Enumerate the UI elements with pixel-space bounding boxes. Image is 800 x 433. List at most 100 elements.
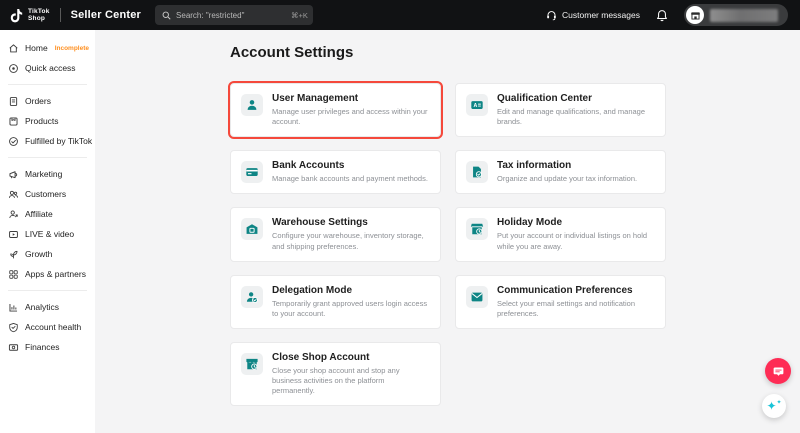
sidebar-item-apps-partners[interactable]: Apps & partners bbox=[0, 264, 95, 284]
svg-text:A: A bbox=[474, 103, 478, 109]
card-description: Edit and manage qualifications, and mana… bbox=[497, 107, 653, 127]
live-video-icon bbox=[8, 229, 19, 240]
sidebar-item-affiliate[interactable]: Affiliate bbox=[0, 204, 95, 224]
sidebar-item-label: Analytics bbox=[25, 302, 59, 312]
sidebar-item-products[interactable]: Products bbox=[0, 111, 95, 131]
sidebar-item-label: Finances bbox=[25, 342, 60, 352]
chat-bubble-icon bbox=[772, 365, 785, 378]
card-qualification-center[interactable]: A Qualification Center Edit and manage q… bbox=[455, 83, 666, 137]
card-title: Warehouse Settings bbox=[272, 217, 428, 228]
sidebar-item-live-video[interactable]: LIVE & video bbox=[0, 224, 95, 244]
sidebar-item-finances[interactable]: Finances bbox=[0, 337, 95, 357]
search-shortcut: ⌘+K bbox=[291, 11, 308, 20]
topbar-divider bbox=[60, 8, 61, 22]
card-description: Organize and update your tax information… bbox=[497, 174, 637, 184]
main-content: Account Settings User Management Manage … bbox=[95, 30, 800, 433]
account-health-icon bbox=[8, 322, 19, 333]
card-title: User Management bbox=[272, 93, 428, 104]
product-name: Seller Center bbox=[71, 9, 141, 21]
card-description: Put your account or individual listings … bbox=[497, 231, 653, 251]
home-icon bbox=[8, 43, 19, 54]
card-description: Manage bank accounts and payment methods… bbox=[272, 174, 428, 184]
topbar: TikTok Shop Seller Center ⌘+K Customer m… bbox=[0, 0, 800, 30]
sidebar-divider bbox=[8, 84, 87, 85]
sidebar-item-label: Orders bbox=[25, 96, 51, 106]
card-close-shop-account[interactable]: Close Shop Account Close your shop accou… bbox=[230, 342, 441, 406]
headset-icon bbox=[546, 10, 557, 21]
analytics-icon bbox=[8, 302, 19, 313]
ai-assistant-button[interactable]: ✦✦ bbox=[762, 394, 786, 418]
card-title: Bank Accounts bbox=[272, 160, 428, 171]
card-warehouse-settings[interactable]: Warehouse Settings Configure your wareho… bbox=[230, 207, 441, 261]
sparkle-icon: ✦✦ bbox=[766, 400, 781, 412]
sidebar-item-label: Account health bbox=[25, 322, 81, 332]
sidebar-item-label: Growth bbox=[25, 249, 52, 259]
card-description: Select your email settings and notificat… bbox=[497, 299, 653, 319]
bank-accounts-icon bbox=[241, 161, 263, 183]
customer-messages-button[interactable]: Customer messages bbox=[546, 10, 640, 21]
global-search[interactable]: ⌘+K bbox=[155, 5, 313, 25]
sidebar-item-label: Products bbox=[25, 116, 59, 126]
orders-icon bbox=[8, 96, 19, 107]
logo-text: TikTok Shop bbox=[28, 8, 50, 23]
sidebar-item-label: Quick access bbox=[25, 63, 76, 73]
card-description: Close your shop account and stop any bus… bbox=[272, 366, 428, 396]
redacted-account-name bbox=[710, 9, 778, 22]
quick-access-icon bbox=[8, 63, 19, 74]
search-icon bbox=[162, 11, 171, 20]
finances-icon bbox=[8, 342, 19, 353]
warehouse-settings-icon bbox=[241, 218, 263, 240]
tax-information-icon bbox=[466, 161, 488, 183]
tiktok-note-icon bbox=[10, 7, 24, 23]
search-input[interactable] bbox=[176, 11, 286, 20]
card-holiday-mode[interactable]: Holiday Mode Put your account or individ… bbox=[455, 207, 666, 261]
marketing-icon bbox=[8, 169, 19, 180]
holiday-mode-icon bbox=[466, 218, 488, 240]
account-menu[interactable] bbox=[684, 4, 788, 26]
shop-avatar bbox=[686, 6, 704, 24]
close-shop-account-icon bbox=[241, 353, 263, 375]
card-user-management[interactable]: User Management Manage user privileges a… bbox=[230, 83, 441, 137]
sidebar-item-quick-access[interactable]: Quick access bbox=[0, 58, 95, 78]
customer-messages-label: Customer messages bbox=[562, 10, 640, 20]
card-title: Qualification Center bbox=[497, 93, 653, 104]
card-description: Configure your warehouse, inventory stor… bbox=[272, 231, 428, 251]
sidebar-item-label: Apps & partners bbox=[25, 269, 86, 279]
sidebar-divider bbox=[8, 157, 87, 158]
settings-card-grid: User Management Manage user privileges a… bbox=[230, 83, 666, 406]
customers-icon bbox=[8, 189, 19, 200]
sidebar-item-account-health[interactable]: Account health bbox=[0, 317, 95, 337]
sidebar-item-orders[interactable]: Orders bbox=[0, 91, 95, 111]
sidebar-item-label: Customers bbox=[25, 189, 66, 199]
qualification-center-icon: A bbox=[466, 94, 488, 116]
sidebar-item-label: Fulfilled by TikTok bbox=[25, 136, 92, 146]
affiliate-icon bbox=[8, 209, 19, 220]
sidebar-item-fulfilled-by-tiktok[interactable]: Fulfilled by TikTok bbox=[0, 131, 95, 151]
products-icon bbox=[8, 116, 19, 127]
growth-icon bbox=[8, 249, 19, 260]
card-title: Communication Preferences bbox=[497, 285, 653, 296]
sidebar-item-growth[interactable]: Growth bbox=[0, 244, 95, 264]
sidebar-item-label: Marketing bbox=[25, 169, 62, 179]
card-delegation-mode[interactable]: Delegation Mode Temporarily grant approv… bbox=[230, 275, 441, 329]
card-title: Holiday Mode bbox=[497, 217, 653, 228]
card-tax-information[interactable]: Tax information Organize and update your… bbox=[455, 150, 666, 194]
sidebar-item-marketing[interactable]: Marketing bbox=[0, 164, 95, 184]
card-communication-preferences[interactable]: Communication Preferences Select your em… bbox=[455, 275, 666, 329]
sidebar-item-label: Home bbox=[25, 43, 48, 53]
fulfilled-by-tiktok-icon bbox=[8, 136, 19, 147]
card-bank-accounts[interactable]: Bank Accounts Manage bank accounts and p… bbox=[230, 150, 441, 194]
chat-fab-button[interactable] bbox=[765, 358, 791, 384]
notifications-bell-icon[interactable] bbox=[656, 9, 668, 22]
sidebar-item-label: Affiliate bbox=[25, 209, 53, 219]
page-title: Account Settings bbox=[230, 44, 666, 61]
sidebar-item-analytics[interactable]: Analytics bbox=[0, 297, 95, 317]
sidebar: Home Incomplete Quick access Orders Prod… bbox=[0, 30, 95, 433]
card-title: Close Shop Account bbox=[272, 352, 428, 363]
home-incomplete-badge: Incomplete bbox=[55, 45, 89, 52]
sidebar-item-home[interactable]: Home Incomplete bbox=[0, 38, 95, 58]
sidebar-item-customers[interactable]: Customers bbox=[0, 184, 95, 204]
communication-preferences-icon bbox=[466, 286, 488, 308]
tiktok-shop-logo[interactable]: TikTok Shop bbox=[10, 7, 50, 23]
delegation-mode-icon bbox=[241, 286, 263, 308]
